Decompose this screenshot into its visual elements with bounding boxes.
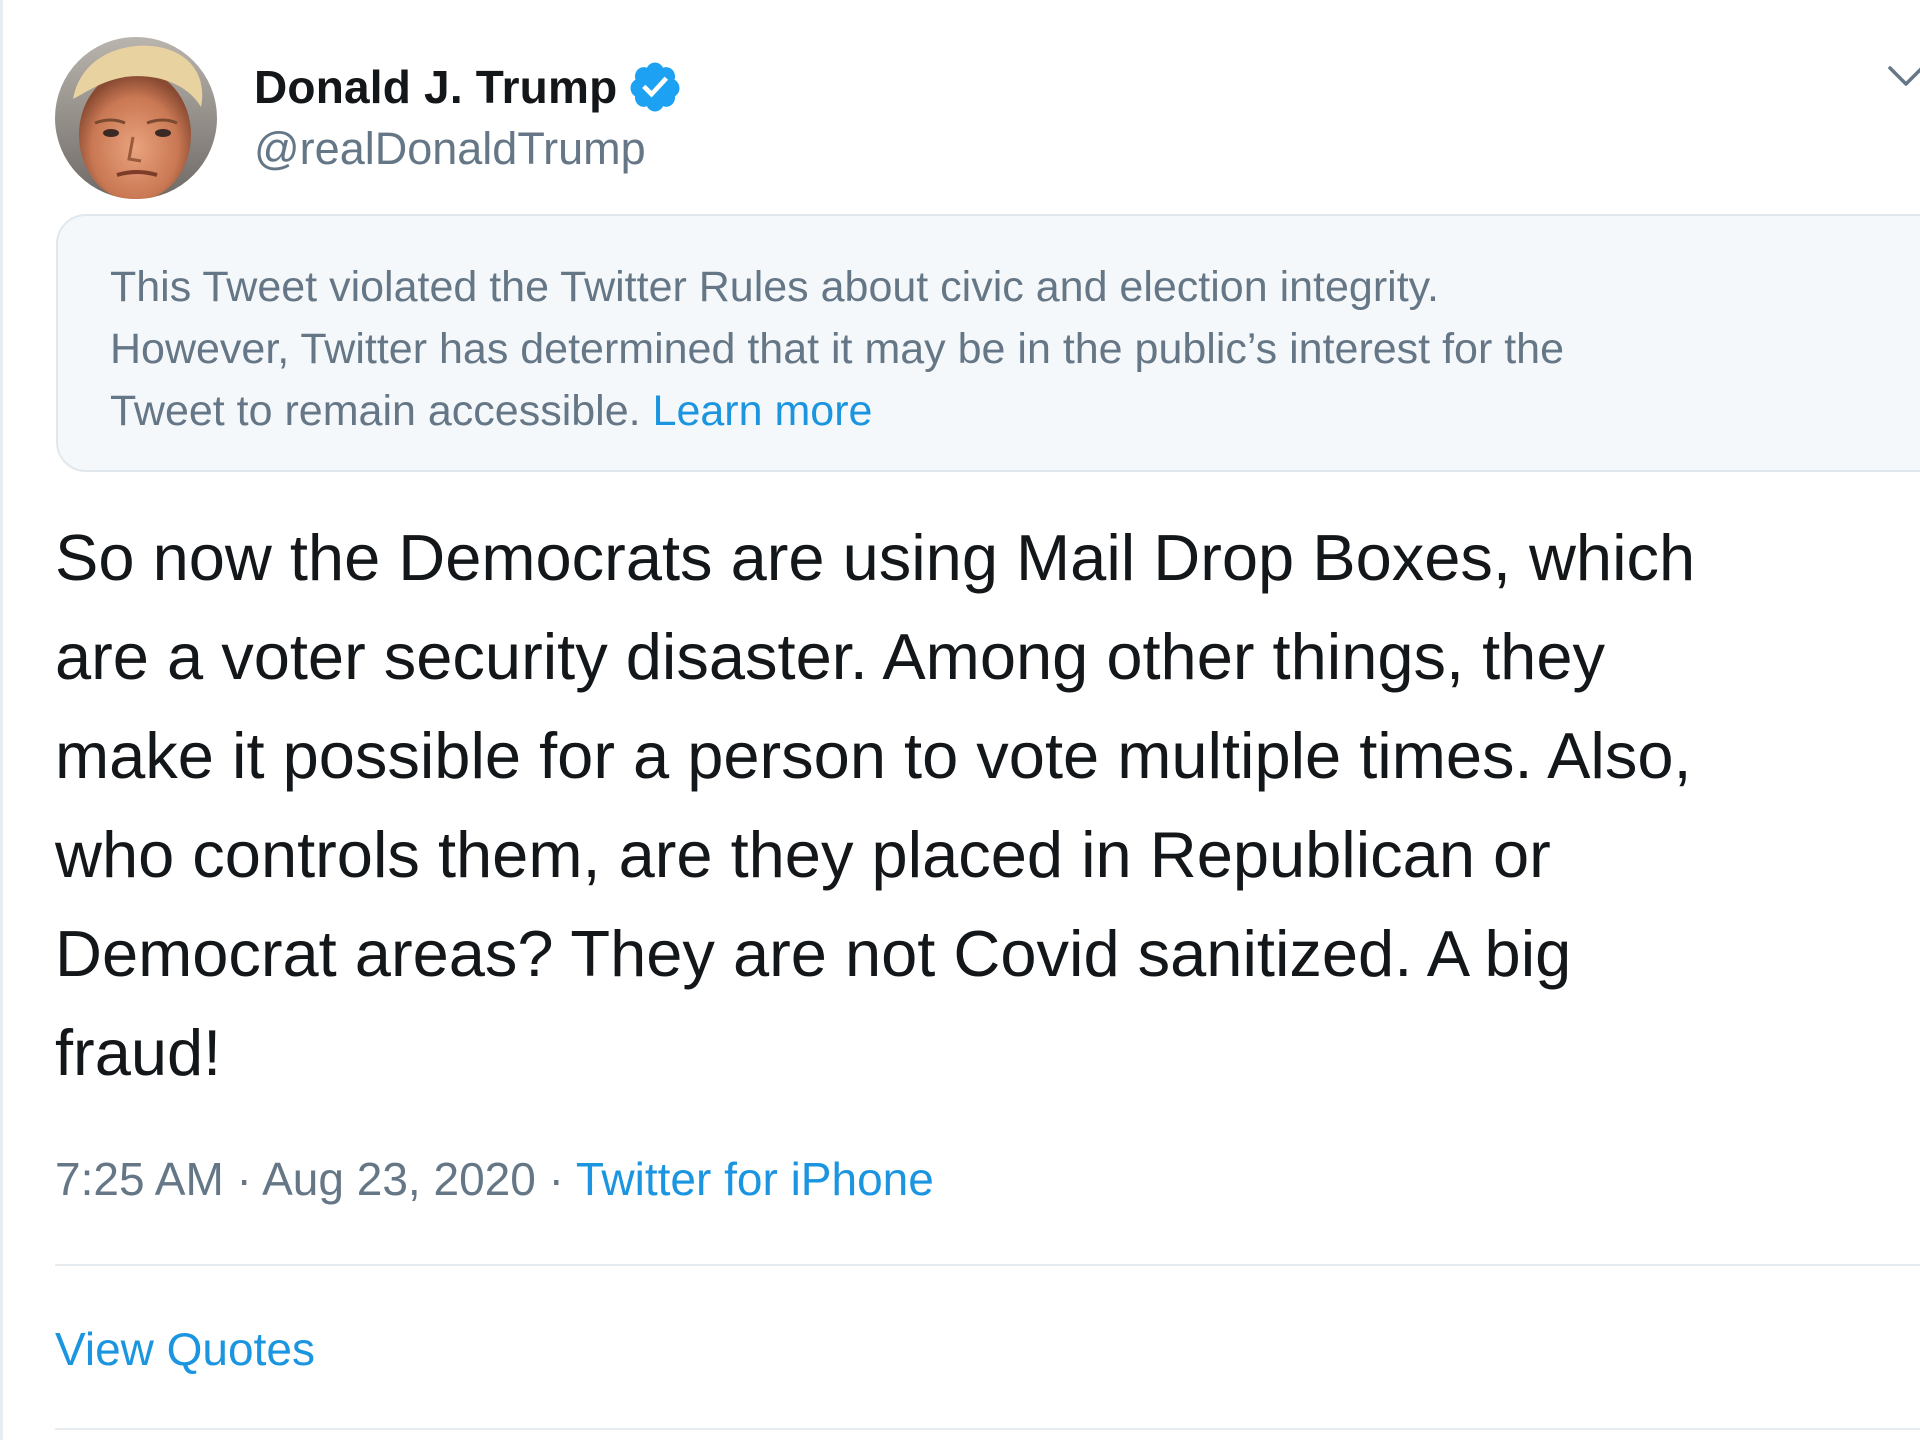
chevron-down-icon[interactable]: [1886, 56, 1920, 96]
notice-line: However, Twitter has determined that it …: [110, 325, 1564, 373]
avatar[interactable]: [55, 37, 217, 199]
notice-line-last: Tweet to remain accessible. Learn more: [110, 380, 1920, 442]
notice-line: Tweet to remain accessible.: [110, 387, 653, 435]
view-quotes-link[interactable]: View Quotes: [55, 1322, 315, 1376]
tweet-page: Donald J. Trump @realDonaldTrump This Tw…: [0, 0, 1920, 1440]
user-block: Donald J. Trump @realDonaldTrump: [254, 55, 683, 175]
tweet-text-line: So now the Democrats are using Mail Drop…: [55, 521, 1696, 594]
name-row: Donald J. Trump: [254, 55, 683, 119]
tweet-text-line: who controls them, are they placed in Re…: [55, 818, 1551, 891]
tweet-date[interactable]: Aug 23, 2020: [262, 1153, 536, 1205]
verified-badge-icon: [630, 62, 680, 112]
tweet-text-line: fraud!: [55, 1016, 222, 1089]
tweet-metadata: 7:25 AM · Aug 23, 2020 · Twitter for iPh…: [55, 1152, 934, 1206]
tweet-text-line: make it possible for a person to vote mu…: [55, 719, 1692, 792]
divider: [55, 1428, 1920, 1430]
tweet-text-line: are a voter security disaster. Among oth…: [55, 620, 1605, 693]
left-border: [0, 0, 3, 1440]
tweet-source-link[interactable]: Twitter for iPhone: [576, 1153, 934, 1205]
rules-violation-notice: This Tweet violated the Twitter Rules ab…: [56, 214, 1920, 472]
tweet-time[interactable]: 7:25 AM: [55, 1153, 224, 1205]
notice-line: This Tweet violated the Twitter Rules ab…: [110, 263, 1439, 311]
avatar-image: [55, 37, 217, 199]
tweet-text: So now the Democrats are using Mail Drop…: [55, 508, 1920, 1102]
divider: [55, 1264, 1920, 1266]
tweet-text-line: Democrat areas? They are not Covid sanit…: [55, 917, 1572, 990]
meta-separator: ·: [535, 1153, 576, 1205]
display-name[interactable]: Donald J. Trump: [254, 60, 617, 114]
user-handle[interactable]: @realDonaldTrump: [254, 123, 683, 175]
learn-more-link[interactable]: Learn more: [653, 387, 873, 435]
meta-separator: ·: [223, 1153, 263, 1205]
tweet-header: Donald J. Trump @realDonaldTrump: [55, 36, 683, 200]
